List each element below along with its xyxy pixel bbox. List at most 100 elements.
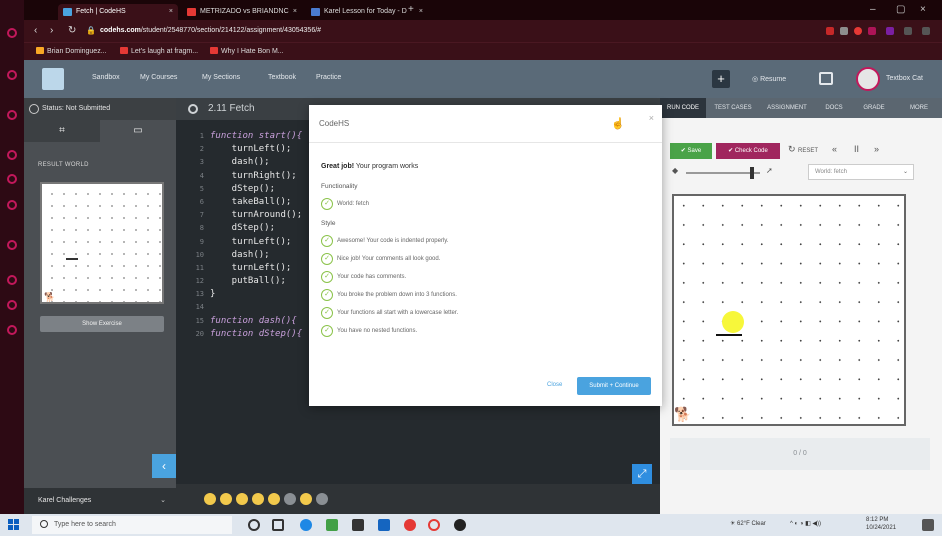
clock[interactable]: 8:12 PM 10/24/2021 [866,516,896,532]
forward-icon[interactable]: › [50,25,53,36]
pause-icon[interactable]: II [854,144,859,154]
close-link[interactable]: Close [547,382,562,388]
extension-icon[interactable] [840,27,848,35]
youtube-icon [210,47,218,54]
bookmark-item[interactable]: Why I Hate Bon M... [210,47,284,55]
bookmark-item[interactable]: Brian Dominguez... [36,47,107,55]
minimize-icon[interactable]: – [870,4,876,15]
extension-icon[interactable] [826,27,834,35]
avatar[interactable] [856,67,880,91]
line-number: 8 [199,224,204,233]
speed-slider-knob[interactable] [750,167,754,179]
close-icon[interactable]: × [649,113,654,123]
progress-dot[interactable] [252,493,264,505]
style-heading: Style [321,220,336,227]
check-circle-icon: ✓ [321,325,333,337]
tray-icons[interactable]: ^ ◐ ◑ ◧ ◀)) [790,520,821,527]
reload-icon[interactable]: ↻ [68,25,76,36]
opera-icon[interactable] [404,519,416,531]
progress-dot[interactable] [236,493,248,505]
taskbar-search-input[interactable]: Type here to search [32,516,232,534]
side-icon[interactable] [7,200,17,210]
tab-docs-icon[interactable]: ▭ [100,120,176,142]
close-icon[interactable]: × [293,4,297,20]
tab-docs[interactable]: DOCS [816,98,852,118]
tab-assignment[interactable]: ASSIGNMENT [760,98,814,118]
app-icon[interactable] [454,519,466,531]
browser-tab[interactable]: METRIZADO vs BRIANDNC × [182,4,302,20]
side-icon[interactable] [7,275,17,285]
add-button[interactable]: + [712,70,730,88]
side-icon[interactable] [7,70,17,80]
tab-grade[interactable]: GRADE [854,98,894,118]
close-icon[interactable]: × [169,4,173,20]
side-icon[interactable] [7,240,17,250]
maximize-icon[interactable]: ▢ [896,4,905,15]
side-icon[interactable] [7,325,17,335]
nav-practice[interactable]: Practice [316,74,341,81]
profile-icon[interactable] [904,27,912,35]
save-button[interactable]: ✔ Save [670,143,712,159]
progress-dot[interactable] [204,493,216,505]
rewind-icon[interactable]: « [832,144,837,154]
edge-icon[interactable] [300,519,312,531]
calendar-icon[interactable] [819,72,833,85]
expand-icon[interactable]: ⤢ [632,464,652,484]
tab-world-icon[interactable]: ⌗ [24,120,100,142]
back-icon[interactable]: ‹ [34,25,37,36]
mini-ball-marker [66,258,78,260]
notification-icon[interactable] [922,519,934,531]
menu-icon[interactable] [922,27,930,35]
weather-widget[interactable]: ☀ 62°F Clear [730,520,766,527]
nav-my-courses[interactable]: My Courses [140,74,177,81]
side-icon[interactable] [7,150,17,160]
nav-my-sections[interactable]: My Sections [202,74,240,81]
tab-test-cases[interactable]: TEST CASES [708,98,758,118]
side-icon[interactable] [7,110,17,120]
progress-dot[interactable] [268,493,280,505]
extension-icon[interactable] [854,27,862,35]
reset-button[interactable]: ↻ RESET [788,144,818,155]
codehs-logo[interactable] [42,68,64,90]
progress-dot[interactable] [316,493,328,505]
speed-slider[interactable] [686,167,760,179]
side-icon[interactable] [7,300,17,310]
window-close-icon[interactable]: × [920,4,926,15]
task-view-icon[interactable] [272,519,284,531]
check-code-button[interactable]: ✔ Check Code [716,143,780,159]
browser-tab[interactable]: Fetch | CodeHS × [58,4,178,20]
progress-dot[interactable] [284,493,296,505]
karel-challenges-bar[interactable]: Karel Challenges ⌄ [24,488,176,514]
nav-sandbox[interactable]: Sandbox [92,74,120,81]
windows-start-icon[interactable] [8,519,20,531]
new-tab-icon[interactable]: + [408,4,414,15]
tab-more[interactable]: MORE [896,98,942,118]
progress-dot[interactable] [220,493,232,505]
submit-continue-button[interactable]: Submit + Continue [577,377,651,395]
show-exercise-button[interactable]: Show Exercise [40,316,164,332]
extension-icon[interactable] [886,27,894,35]
run-status-bar: 0 / 0 [670,438,930,470]
world-select[interactable]: World: fetch ⌄ [808,164,914,180]
extension-icon[interactable] [868,27,876,35]
store-icon[interactable] [352,519,364,531]
tab-run-code[interactable]: RUN CODE [660,98,706,118]
nav-textbook[interactable]: Textbook [268,74,296,81]
side-icon[interactable] [7,174,17,184]
cortana-icon[interactable] [248,519,260,531]
collapse-panel-button[interactable]: ‹ [152,454,176,478]
code-text: function dStep(){ [210,328,303,339]
progress-dot[interactable] [300,493,312,505]
mail-icon[interactable] [378,519,390,531]
side-icon[interactable] [7,28,17,38]
bookmark-item[interactable]: Let's laugh at fragm... [120,47,198,55]
opera-gx-icon[interactable] [428,519,440,531]
fast-forward-icon[interactable]: » [874,144,879,154]
app-icon[interactable] [326,519,338,531]
reset-icon: ↻ [788,144,799,154]
close-icon[interactable]: × [419,4,423,20]
url-field[interactable]: codehs.com/student/2548770/section/21412… [100,24,800,38]
resume-link[interactable]: ◎ Resume [752,75,786,83]
code-text: turnAround(); [210,210,303,221]
user-name[interactable]: Textbox Cat [886,75,923,82]
